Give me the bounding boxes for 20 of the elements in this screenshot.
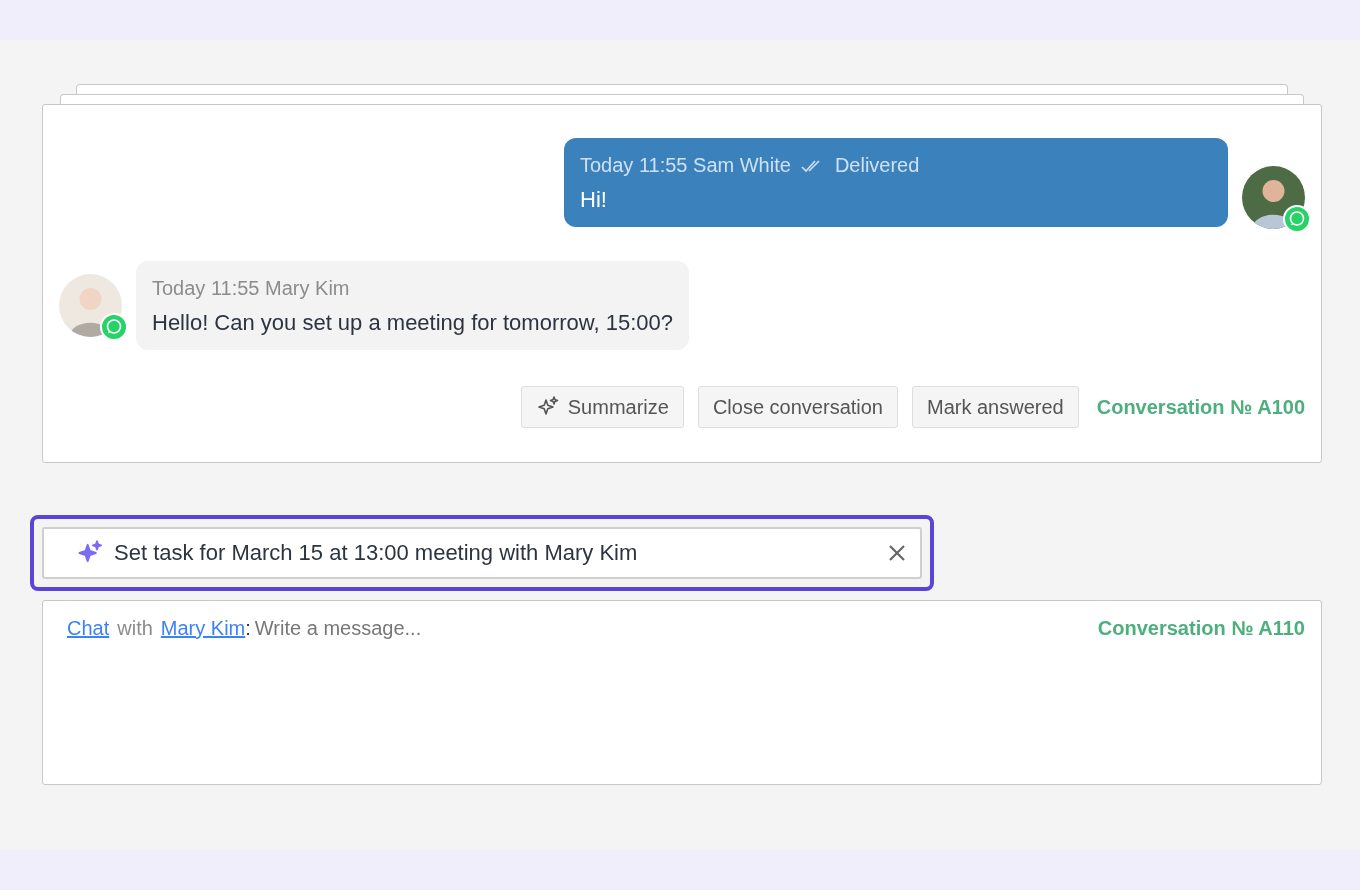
suggestion-text: Set task for March 15 at 13:00 meeting with Mary Kim [114, 540, 639, 566]
message-meta: Today 11:55 Mary Kim [152, 277, 350, 300]
chat-link[interactable]: Chat [67, 617, 110, 640]
separator-text: : [245, 617, 251, 640]
close-button[interactable] [888, 544, 906, 562]
conversation-number: Conversation № A110 [1097, 617, 1305, 640]
conversation-number: Conversation № A100 [1096, 395, 1305, 419]
message-text: Hello! Can you set up a meeting for tomorrow, 15:00? [152, 310, 673, 336]
action-button[interactable]: Close conversation [697, 386, 898, 428]
action-button[interactable]: Summarize [520, 386, 684, 428]
chat-app-badge-icon [1283, 205, 1311, 233]
action-button[interactable]: Mark answered [912, 386, 1079, 428]
suggestion-field[interactable]: Set task for March 15 at 13:00 meeting with Mary Kim [42, 527, 922, 579]
close-icon [888, 544, 906, 562]
contact-link[interactable]: Mary Kim [160, 617, 246, 640]
message-meta: Today 11:55 Sam White [580, 154, 791, 177]
delivery-status: Delivered [834, 154, 920, 177]
message-text: Hi! [580, 187, 608, 213]
chat-app-badge-icon [100, 313, 128, 341]
connector-text: with [117, 617, 153, 640]
